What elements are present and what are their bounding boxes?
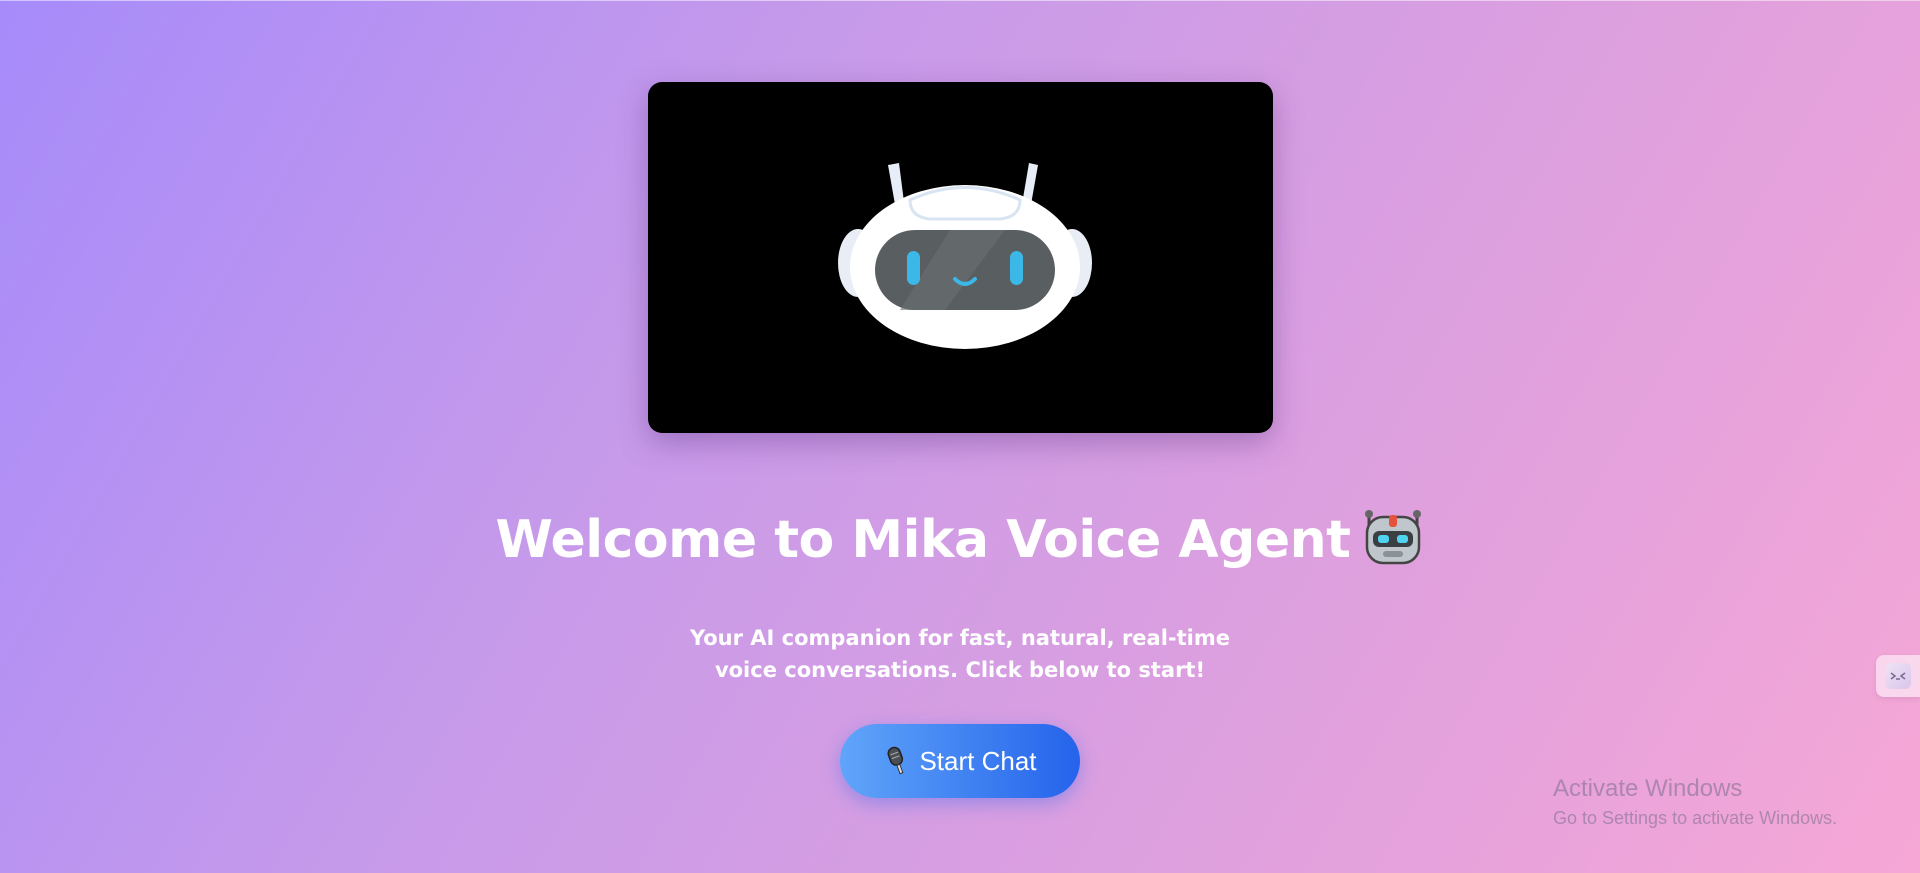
- welcome-title-text: Welcome to Mika Voice Agent: [495, 510, 1352, 570]
- robot-face-icon: [838, 163, 1092, 349]
- robot-emoji-icon: [1364, 510, 1421, 565]
- start-chat-button[interactable]: Start Chat: [840, 724, 1080, 798]
- welcome-heading: Welcome to Mika Voice Agent: [0, 505, 1920, 575]
- top-border: [0, 0, 1920, 1]
- watermark-title: Activate Windows: [1553, 775, 1743, 802]
- microphone-icon: [887, 746, 904, 775]
- side-assistant-widget[interactable]: [1876, 655, 1920, 697]
- welcome-subtitle: Your AI companion for fast, natural, rea…: [689, 626, 1231, 682]
- chat-face-icon: [1885, 663, 1911, 689]
- start-chat-label: Start Chat: [919, 745, 1037, 776]
- windows-activation-watermark: Activate Windows Go to Settings to activ…: [1553, 774, 1837, 830]
- watermark-subtitle: Go to Settings to activate Windows.: [1553, 808, 1838, 828]
